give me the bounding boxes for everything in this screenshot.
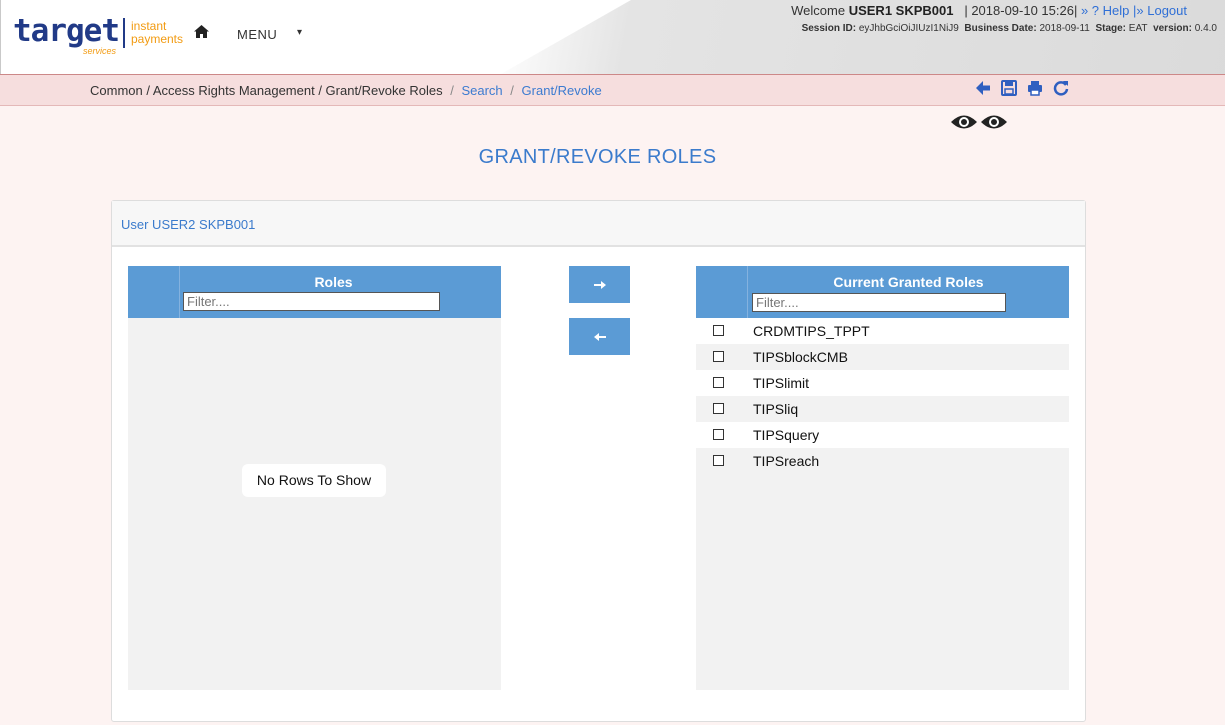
list-item[interactable]: TIPSquery — [696, 422, 1069, 448]
breadcrumb-separator: / — [450, 83, 454, 98]
save-icon[interactable] — [1001, 80, 1017, 100]
version-label: version: — [1153, 23, 1192, 34]
breadcrumb-path: Common / Access Rights Management / Gran… — [90, 83, 443, 98]
row-checkbox[interactable] — [713, 455, 724, 466]
help-link[interactable]: » ? Help — [1081, 3, 1129, 18]
row-checkbox[interactable] — [713, 377, 724, 388]
granted-roles-title: Current Granted Roles — [833, 274, 984, 290]
chevron-down-icon[interactable]: ▾ — [297, 27, 302, 38]
breadcrumb: Common / Access Rights Management / Gran… — [90, 83, 602, 98]
role-name: TIPSliq — [753, 401, 799, 417]
welcome-prefix: Welcome — [791, 3, 846, 18]
logout-link[interactable]: |» Logout — [1133, 3, 1187, 18]
session-id: eyJhbGciOiJIUzI1NiJ9 — [858, 23, 959, 34]
stage-label: Stage: — [1095, 23, 1126, 34]
arrow-left-icon — [593, 333, 606, 342]
logo-separator — [122, 18, 125, 48]
app-header: target services instant payments MENU ▾ … — [0, 0, 1225, 74]
logo-word: target — [13, 13, 120, 49]
granted-roles-list: CRDMTIPS_TPPT TIPSblockCMB TIPSlimit TIP… — [696, 318, 1069, 474]
role-name: TIPSblockCMB — [753, 349, 848, 365]
eye-icon[interactable] — [950, 113, 978, 131]
breadcrumb-current[interactable]: Grant/Revoke — [522, 83, 602, 98]
view-toggles — [950, 113, 1008, 131]
role-name: CRDMTIPS_TPPT — [753, 323, 870, 339]
version-value: 0.4.0 — [1194, 23, 1217, 34]
arrow-right-icon — [593, 281, 606, 290]
row-checkbox[interactable] — [713, 429, 724, 440]
list-item[interactable]: TIPSlimit — [696, 370, 1069, 396]
available-roles-title: Roles — [314, 274, 353, 290]
logo-payments: payments — [130, 32, 184, 46]
granted-roles-grid: Current Granted Roles CRDMTIPS_TPPT TIPS… — [696, 266, 1069, 690]
select-column-header — [696, 266, 748, 318]
revoke-role-button[interactable] — [569, 318, 630, 355]
granted-roles-header: Current Granted Roles — [696, 266, 1069, 318]
granted-roles-filter[interactable] — [752, 293, 1006, 312]
role-name: TIPSlimit — [753, 375, 809, 391]
session-details: Session ID: eyJhbGciOiJIUzI1NiJ9 Busines… — [802, 23, 1217, 34]
welcome-line: Welcome USER1 SKPB001 | 2018-09-10 15:26… — [791, 3, 1187, 18]
home-icon[interactable] — [194, 25, 209, 41]
page-toolbar — [975, 80, 1069, 100]
select-column-header — [128, 266, 180, 318]
available-roles-grid: Roles No Rows To Show — [128, 266, 501, 690]
logo-instant: instant — [130, 19, 167, 33]
list-item[interactable]: TIPSreach — [696, 448, 1069, 474]
breadcrumb-bar: Common / Access Rights Management / Gran… — [0, 74, 1225, 106]
print-icon[interactable] — [1027, 80, 1043, 100]
business-date: 2018-09-11 — [1039, 23, 1090, 34]
list-item[interactable]: CRDMTIPS_TPPT — [696, 318, 1069, 344]
target-logo[interactable]: target services instant payments — [13, 13, 183, 57]
available-roles-filter[interactable] — [183, 292, 440, 311]
list-item[interactable]: TIPSliq — [696, 396, 1069, 422]
role-name: TIPSreach — [753, 453, 820, 469]
row-checkbox[interactable] — [713, 325, 724, 336]
stage-value: EAT — [1128, 23, 1148, 34]
logo-subtitle: instant payments — [131, 20, 183, 46]
logo-services: services — [83, 46, 117, 56]
business-date-label: Business Date: — [964, 23, 1037, 34]
row-checkbox[interactable] — [713, 403, 724, 414]
menu-button[interactable]: MENU — [237, 27, 277, 42]
row-checkbox[interactable] — [713, 351, 724, 362]
current-user: USER1 SKPB001 — [848, 3, 954, 18]
page-title: GRANT/REVOKE ROLES — [478, 146, 717, 168]
user-heading: User USER2 SKPB001 — [112, 201, 1085, 247]
session-label: Session ID: — [801, 23, 857, 34]
eye-icon[interactable] — [980, 113, 1008, 131]
back-icon[interactable] — [975, 80, 991, 100]
list-item[interactable]: TIPSblockCMB — [696, 344, 1069, 370]
available-roles-header: Roles — [128, 266, 501, 318]
breadcrumb-separator: / — [510, 83, 514, 98]
role-name: TIPSquery — [753, 427, 820, 443]
no-rows-message: No Rows To Show — [242, 464, 386, 497]
refresh-icon[interactable] — [1053, 80, 1069, 100]
grant-revoke-panel: User USER2 SKPB001 Roles No Rows To Show… — [111, 200, 1086, 722]
current-datetime: | 2018-09-10 15:26| — [964, 3, 1078, 18]
grant-role-button[interactable] — [569, 266, 630, 303]
breadcrumb-search-link[interactable]: Search — [461, 83, 502, 98]
